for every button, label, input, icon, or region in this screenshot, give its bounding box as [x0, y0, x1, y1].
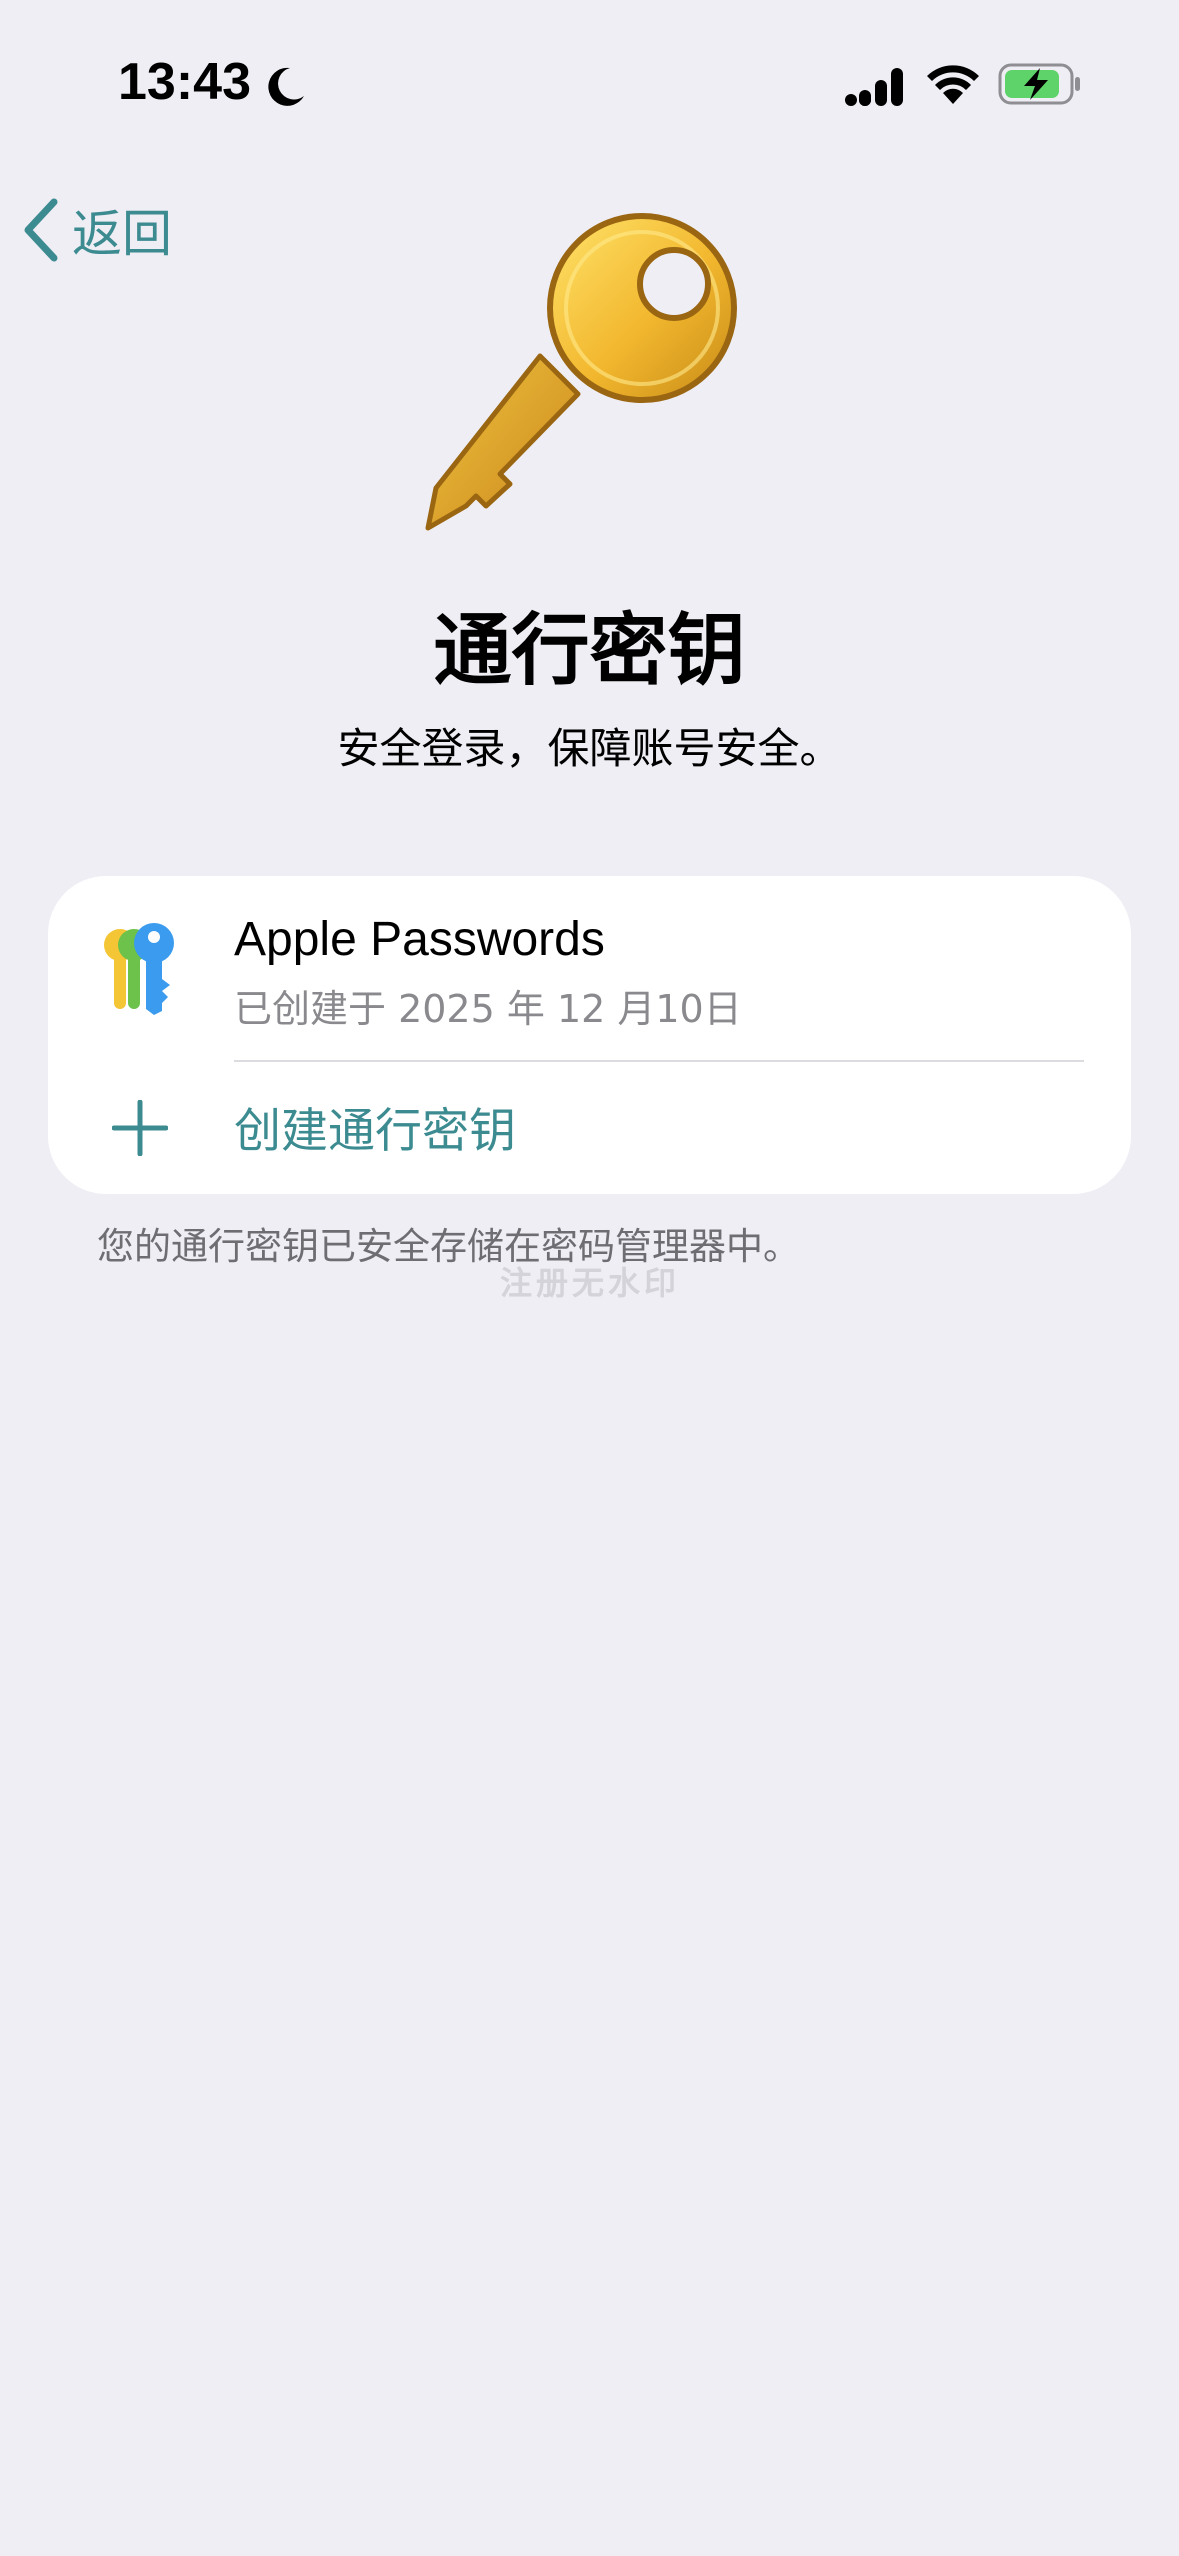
- create-passkey-label: 创建通行密钥: [234, 1104, 516, 1159]
- watermark: 注册无水印: [500, 1264, 681, 1302]
- chevron-left-icon: [24, 198, 58, 262]
- back-label: 返回: [72, 205, 172, 263]
- plus-icon: [112, 1100, 168, 1156]
- wifi-icon: [927, 65, 979, 104]
- passkey-card: Apple Passwords 已创建于 2025 年 12 月10日 创建通行…: [48, 876, 1131, 1194]
- key-icon: [425, 213, 737, 531]
- create-passkey-button[interactable]: 创建通行密钥: [48, 1062, 1131, 1192]
- apple-passwords-icon: [104, 923, 174, 1015]
- passkey-name: Apple Passwords: [234, 913, 605, 966]
- page-title: 通行密钥: [433, 606, 746, 696]
- footer-note: 您的通行密钥已安全存储在密码管理器中。: [97, 1225, 800, 1268]
- cellular-signal-icon: [845, 68, 903, 106]
- status-bar: 13:43: [0, 0, 1179, 170]
- moon-icon: [268, 67, 304, 106]
- passkey-created-date: 已创建于 2025 年 12 月10日: [234, 987, 742, 1031]
- back-button[interactable]: 返回: [22, 190, 172, 270]
- page-subtitle: 安全登录，保障账号安全。: [337, 724, 842, 773]
- battery-charging-icon: [998, 63, 1080, 105]
- status-time: 13:43: [118, 53, 251, 111]
